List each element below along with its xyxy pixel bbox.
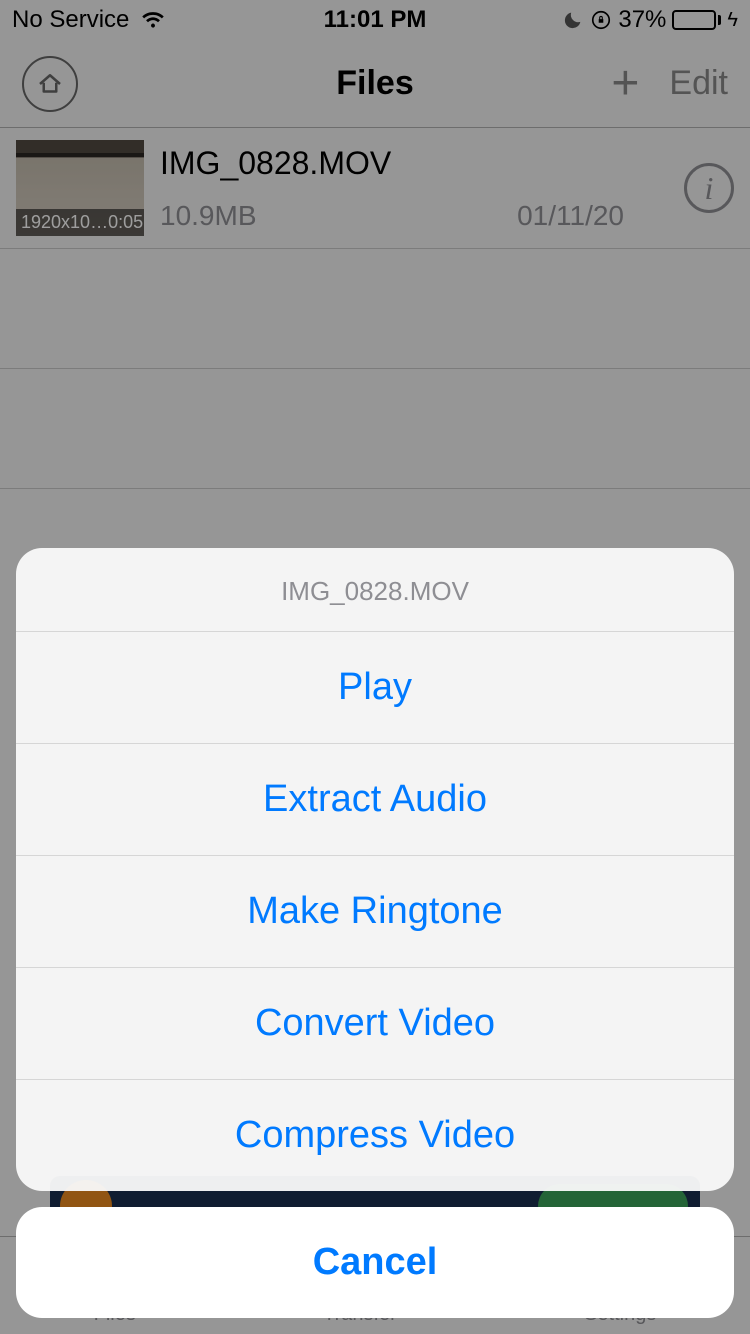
action-compress-video[interactable]: Compress Video [16, 1080, 734, 1191]
cancel-button[interactable]: Cancel [16, 1207, 734, 1318]
sheet-title: IMG_0828.MOV [16, 548, 734, 632]
action-extract-audio[interactable]: Extract Audio [16, 744, 734, 856]
action-convert-video[interactable]: Convert Video [16, 968, 734, 1080]
action-make-ringtone[interactable]: Make Ringtone [16, 856, 734, 968]
action-sheet: IMG_0828.MOV Play Extract Audio Make Rin… [16, 548, 734, 1318]
action-play[interactable]: Play [16, 632, 734, 744]
